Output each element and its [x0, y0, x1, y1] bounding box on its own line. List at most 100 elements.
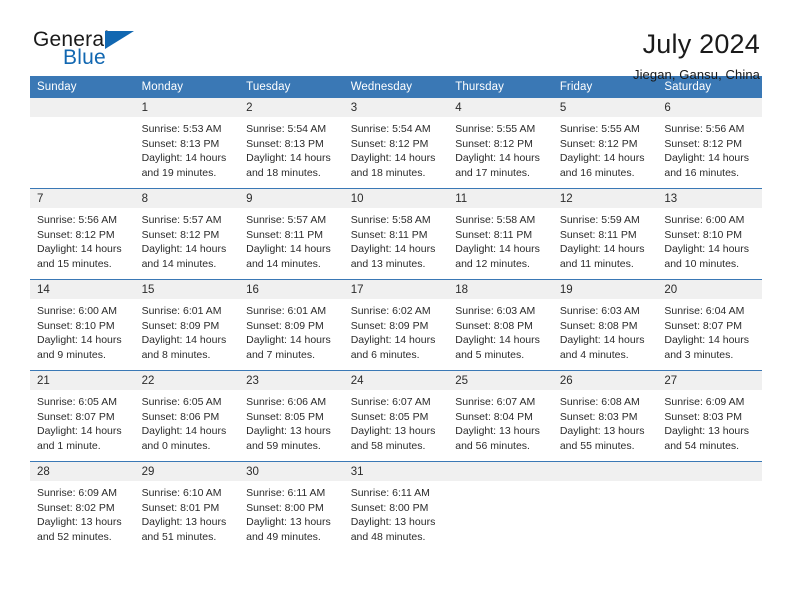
- day-detail-line: and 5 minutes.: [455, 348, 525, 361]
- day-number: 26: [552, 371, 658, 390]
- day-cell-details: [657, 481, 762, 486]
- day-cell-details: Sunrise: 5:55 AM Sunset: 8:12 PM Daylight:…: [448, 117, 553, 180]
- day-detail-line: Daylight: 13 hours: [455, 425, 540, 437]
- day-cell-details: Sunrise: 5:59 AM Sunset: 8:11 PM Daylight:…: [553, 208, 658, 271]
- logo-text-blue: Blue: [63, 46, 106, 69]
- calendar-day-cell[interactable]: 26 Sunrise: 6:08 AM Sunset: 8:03 PM Dayligh…: [552, 370, 658, 462]
- day-cell-inner: [552, 462, 658, 552]
- day-header-wednesday: Wednesday: [343, 76, 449, 98]
- calendar-day-cell[interactable]: 13 Sunrise: 6:00 AM Sunset: 8:10 PM Dayligh…: [657, 188, 762, 280]
- day-number: 13: [657, 189, 762, 208]
- calendar-day-cell[interactable]: 18 Sunrise: 6:03 AM Sunset: 8:08 PM Dayligh…: [448, 279, 553, 371]
- day-number: [657, 462, 762, 481]
- day-cell-details: Sunrise: 6:02 AM Sunset: 8:09 PM Daylight:…: [344, 299, 449, 362]
- day-detail-line: and 15 minutes.: [37, 257, 112, 270]
- calendar-day-cell[interactable]: 6 Sunrise: 5:56 AM Sunset: 8:12 PM Daylight…: [657, 98, 762, 189]
- calendar-week-row: 7 Sunrise: 5:56 AM Sunset: 8:12 PM Daylight…: [30, 188, 762, 280]
- day-number: 19: [552, 280, 658, 299]
- day-number: 24: [343, 371, 449, 390]
- calendar-day-cell[interactable]: 9 Sunrise: 5:57 AM Sunset: 8:11 PM Daylight…: [239, 188, 344, 280]
- day-detail-line: Daylight: 13 hours: [350, 516, 436, 528]
- day-detail-line: and 14 minutes.: [141, 257, 217, 270]
- day-detail-line: Sunrise: 6:05 AM: [141, 396, 222, 408]
- day-detail-line: Sunset: 8:10 PM: [664, 228, 743, 241]
- calendar-day-cell[interactable]: 1 Sunrise: 5:53 AM Sunset: 8:13 PM Daylight…: [134, 98, 240, 189]
- calendar-day-cell[interactable]: 31 Sunrise: 6:11 AM Sunset: 8:00 PM Dayligh…: [343, 461, 449, 552]
- day-number: 1: [134, 98, 240, 117]
- day-detail-line: and 18 minutes.: [350, 166, 426, 179]
- calendar-day-cell[interactable]: 7 Sunrise: 5:56 AM Sunset: 8:12 PM Daylight…: [30, 188, 135, 280]
- day-number: 9: [239, 189, 344, 208]
- calendar-day-cell[interactable]: 29 Sunrise: 6:10 AM Sunset: 8:01 PM Dayligh…: [134, 461, 240, 552]
- day-detail-line: Sunset: 8:04 PM: [455, 410, 533, 423]
- calendar-day-cell[interactable]: 10 Sunrise: 5:58 AM Sunset: 8:11 PM Dayligh…: [343, 188, 449, 280]
- calendar-day-cell[interactable]: 23 Sunrise: 6:06 AM Sunset: 8:05 PM Dayligh…: [239, 370, 344, 462]
- day-cell-details: Sunrise: 5:56 AM Sunset: 8:12 PM Daylight:…: [657, 117, 762, 180]
- calendar-day-cell[interactable]: 28 Sunrise: 6:09 AM Sunset: 8:02 PM Dayligh…: [30, 461, 135, 552]
- day-detail-line: Daylight: 13 hours: [37, 516, 122, 528]
- calendar-day-cell[interactable]: 5 Sunrise: 5:55 AM Sunset: 8:12 PM Daylight…: [552, 98, 658, 189]
- calendar-day-cell[interactable]: 20 Sunrise: 6:04 AM Sunset: 8:07 PM Dayligh…: [657, 279, 762, 371]
- calendar-day-cell[interactable]: 19 Sunrise: 6:03 AM Sunset: 8:08 PM Dayligh…: [552, 279, 658, 371]
- day-detail-line: Daylight: 14 hours: [350, 334, 436, 346]
- calendar-day-cell[interactable]: 2 Sunrise: 5:54 AM Sunset: 8:13 PM Daylight…: [239, 98, 344, 189]
- calendar-day-cell[interactable]: 17 Sunrise: 6:02 AM Sunset: 8:09 PM Dayligh…: [343, 279, 449, 371]
- day-detail-line: Sunset: 8:13 PM: [141, 137, 220, 150]
- calendar-day-cell[interactable]: 15 Sunrise: 6:01 AM Sunset: 8:09 PM Dayligh…: [134, 279, 240, 371]
- day-detail-line: and 17 minutes.: [455, 166, 530, 179]
- day-number: 6: [657, 98, 762, 117]
- day-cell-details: Sunrise: 5:57 AM Sunset: 8:11 PM Daylight:…: [239, 208, 344, 271]
- day-cell-details: Sunrise: 5:54 AM Sunset: 8:13 PM Daylight:…: [239, 117, 344, 180]
- day-cell-details: Sunrise: 5:58 AM Sunset: 8:11 PM Daylight:…: [344, 208, 449, 271]
- day-detail-line: Daylight: 14 hours: [141, 243, 227, 255]
- calendar-day-cell[interactable]: 25 Sunrise: 6:07 AM Sunset: 8:04 PM Dayligh…: [448, 370, 553, 462]
- day-detail-line: Daylight: 13 hours: [664, 425, 750, 437]
- day-detail-line: Daylight: 14 hours: [141, 334, 227, 346]
- day-detail-line: and 49 minutes.: [246, 530, 321, 543]
- day-number: 31: [343, 462, 449, 481]
- day-cell-inner: 19 Sunrise: 6:03 AM Sunset: 8:08 PM Dayligh…: [552, 280, 658, 370]
- day-detail-line: Sunrise: 6:04 AM: [664, 305, 745, 317]
- day-cell-details: Sunrise: 6:00 AM Sunset: 8:10 PM Daylight:…: [30, 299, 135, 362]
- calendar-day-cell[interactable]: 11 Sunrise: 5:58 AM Sunset: 8:11 PM Dayligh…: [448, 188, 553, 280]
- day-detail-line: Daylight: 13 hours: [246, 516, 331, 528]
- day-cell-details: Sunrise: 5:54 AM Sunset: 8:12 PM Daylight:…: [344, 117, 449, 180]
- calendar-day-cell[interactable]: 24 Sunrise: 6:07 AM Sunset: 8:05 PM Dayligh…: [343, 370, 449, 462]
- day-number: 3: [343, 98, 449, 117]
- day-number: 4: [448, 98, 553, 117]
- day-cell-details: Sunrise: 6:08 AM Sunset: 8:03 PM Daylight:…: [553, 390, 658, 453]
- day-detail-line: and 56 minutes.: [455, 439, 530, 452]
- day-cell-inner: 31 Sunrise: 6:11 AM Sunset: 8:00 PM Dayligh…: [343, 462, 449, 552]
- day-detail-line: Sunrise: 6:07 AM: [350, 396, 431, 408]
- calendar-day-cell[interactable]: 4 Sunrise: 5:55 AM Sunset: 8:12 PM Daylight…: [448, 98, 553, 189]
- calendar-day-cell-empty: [30, 98, 135, 189]
- calendar-day-cell[interactable]: 21 Sunrise: 6:05 AM Sunset: 8:07 PM Dayligh…: [30, 370, 135, 462]
- day-detail-line: and 9 minutes.: [37, 348, 106, 361]
- calendar-day-cell[interactable]: 8 Sunrise: 5:57 AM Sunset: 8:12 PM Daylight…: [134, 188, 240, 280]
- day-number: 20: [657, 280, 762, 299]
- calendar-day-cell[interactable]: 14 Sunrise: 6:00 AM Sunset: 8:10 PM Dayligh…: [30, 279, 135, 371]
- day-detail-line: and 55 minutes.: [559, 439, 635, 452]
- day-detail-line: Sunrise: 5:56 AM: [37, 214, 117, 226]
- calendar-week-row: 1 Sunrise: 5:53 AM Sunset: 8:13 PM Daylight…: [30, 98, 762, 189]
- calendar-day-cell[interactable]: 27 Sunrise: 6:09 AM Sunset: 8:03 PM Dayligh…: [657, 370, 762, 462]
- calendar-day-cell[interactable]: 16 Sunrise: 6:01 AM Sunset: 8:09 PM Dayligh…: [239, 279, 344, 371]
- calendar-day-cell[interactable]: 22 Sunrise: 6:05 AM Sunset: 8:06 PM Dayligh…: [134, 370, 240, 462]
- day-cell-details: Sunrise: 6:04 AM Sunset: 8:07 PM Daylight:…: [657, 299, 762, 362]
- calendar-day-cell[interactable]: 12 Sunrise: 5:59 AM Sunset: 8:11 PM Dayligh…: [552, 188, 658, 280]
- calendar-day-cell[interactable]: 30 Sunrise: 6:11 AM Sunset: 8:00 PM Dayligh…: [239, 461, 344, 552]
- day-detail-line: Daylight: 13 hours: [246, 425, 331, 437]
- day-cell-inner: [30, 98, 135, 188]
- day-cell-inner: 24 Sunrise: 6:07 AM Sunset: 8:05 PM Dayligh…: [343, 371, 449, 461]
- day-cell-details: Sunrise: 6:11 AM Sunset: 8:00 PM Daylight:…: [344, 481, 449, 544]
- day-detail-line: Sunrise: 5:53 AM: [141, 123, 222, 135]
- calendar-day-cell[interactable]: 3 Sunrise: 5:54 AM Sunset: 8:12 PM Daylight…: [343, 98, 449, 189]
- day-detail-line: Sunrise: 6:08 AM: [559, 396, 640, 408]
- calendar-table: Sunday Monday Tuesday Wednesday Thursday…: [30, 76, 762, 552]
- day-detail-line: Sunset: 8:12 PM: [559, 137, 638, 150]
- day-detail-line: Sunset: 8:12 PM: [455, 137, 533, 150]
- day-detail-line: Daylight: 14 hours: [455, 334, 540, 346]
- day-cell-details: Sunrise: 5:57 AM Sunset: 8:12 PM Daylight:…: [135, 208, 240, 271]
- day-detail-line: Sunrise: 6:01 AM: [246, 305, 327, 317]
- day-detail-line: Sunrise: 6:06 AM: [246, 396, 327, 408]
